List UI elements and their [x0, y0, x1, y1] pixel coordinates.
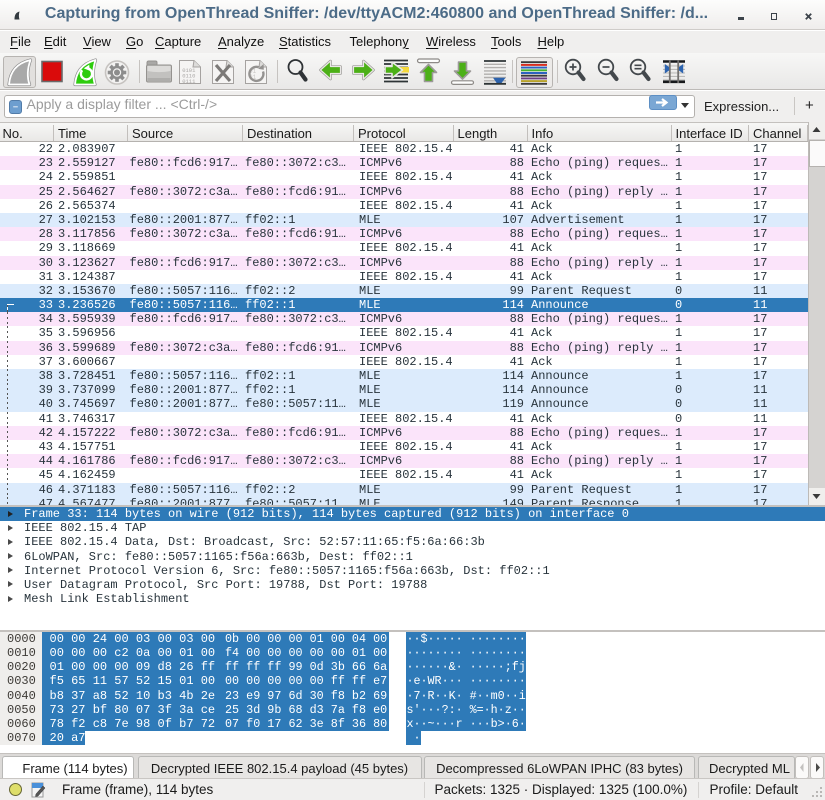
svg-text:0111: 0111: [182, 78, 196, 85]
